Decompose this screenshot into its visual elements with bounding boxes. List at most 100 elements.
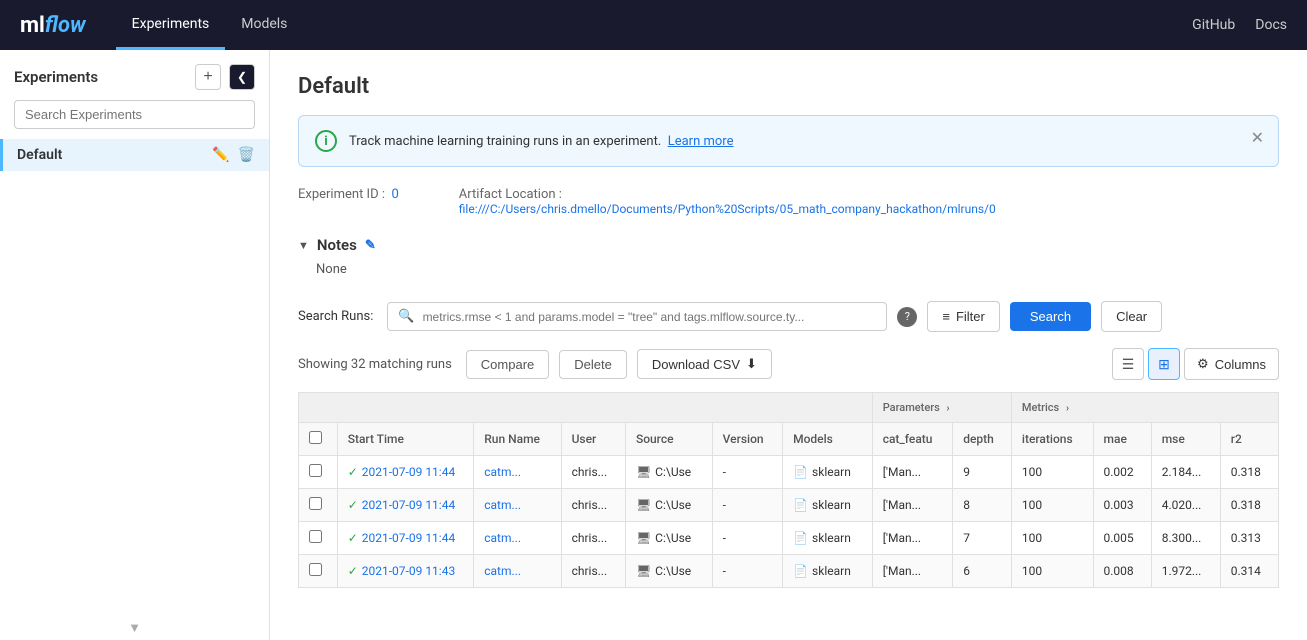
row-depth: 6 — [953, 555, 1012, 588]
col-iterations[interactable]: iterations — [1011, 423, 1093, 456]
delete-button[interactable]: Delete — [559, 350, 627, 379]
row-cat-features: ['Man... — [872, 489, 953, 522]
notes-section: ▼ Notes ✎ None — [298, 236, 1279, 277]
col-source[interactable]: Source — [625, 423, 712, 456]
artifact-location-value: file:///C:/Users/chris.dmello/Documents/… — [459, 202, 996, 216]
row-cat-features: ['Man... — [872, 522, 953, 555]
row-r2: 0.318 — [1220, 489, 1278, 522]
sidebar-scroll-down: ▼ — [0, 616, 269, 640]
filter-label: Filter — [956, 309, 985, 324]
delete-experiment-icon[interactable]: 🗑️ — [238, 147, 255, 163]
columns-button[interactable]: ⚙ Columns — [1184, 348, 1279, 380]
nav-models[interactable]: Models — [225, 1, 303, 50]
banner-close-button[interactable]: ✕ — [1251, 128, 1264, 148]
add-experiment-button[interactable]: + — [195, 64, 221, 90]
filter-button[interactable]: ≡ Filter — [927, 301, 999, 332]
view-toggle: ☰ ⊞ ⚙ Columns — [1112, 348, 1279, 380]
row-user: chris... — [561, 555, 625, 588]
experiment-id-value: 0 — [391, 187, 398, 202]
col-cat-features[interactable]: cat_featu — [872, 423, 953, 456]
row-checkbox[interactable] — [299, 522, 338, 555]
col-version[interactable]: Version — [712, 423, 782, 456]
notes-toggle-icon: ▼ — [298, 239, 309, 252]
search-runs-icon: 🔍 — [398, 309, 414, 324]
learn-more-link[interactable]: Learn more — [668, 134, 734, 149]
empty-section-header — [299, 393, 873, 423]
row-version: - — [712, 456, 782, 489]
logo: mlflow — [20, 13, 86, 38]
row-models: 📄sklearn — [783, 555, 873, 588]
row-r2: 0.313 — [1220, 522, 1278, 555]
row-mae: 0.005 — [1093, 522, 1151, 555]
layout: Experiments + ❮ Default ✏️ 🗑️ ▼ Default … — [0, 50, 1307, 640]
row-mae: 0.003 — [1093, 489, 1151, 522]
nav-docs[interactable]: Docs — [1255, 17, 1287, 33]
row-depth: 7 — [953, 522, 1012, 555]
row-models: 📄sklearn — [783, 522, 873, 555]
col-user[interactable]: User — [561, 423, 625, 456]
col-start-time[interactable]: Start Time — [337, 423, 474, 456]
collapse-sidebar-button[interactable]: ❮ — [229, 64, 255, 90]
search-button[interactable]: Search — [1010, 302, 1091, 331]
row-depth: 8 — [953, 489, 1012, 522]
parameters-section-header: Parameters › — [872, 393, 1011, 423]
sidebar-item-default[interactable]: Default ✏️ 🗑️ — [0, 139, 269, 171]
nav-right: GitHub Docs — [1192, 17, 1287, 33]
row-start-time: ✓2021-07-09 11:43 — [337, 555, 474, 588]
row-checkbox[interactable] — [299, 555, 338, 588]
download-label: Download CSV — [652, 357, 740, 372]
list-view-button[interactable]: ☰ — [1112, 348, 1144, 380]
col-depth[interactable]: depth — [953, 423, 1012, 456]
search-runs-row: Search Runs: 🔍 ? ≡ Filter Search Clear — [298, 301, 1279, 332]
col-r2[interactable]: r2 — [1220, 423, 1278, 456]
row-mse: 4.020... — [1151, 489, 1220, 522]
notes-header[interactable]: ▼ Notes ✎ — [298, 236, 1279, 254]
row-cat-features: ['Man... — [872, 456, 953, 489]
info-banner: i Track machine learning training runs i… — [298, 115, 1279, 167]
row-source: 🖥C:\Use — [625, 456, 712, 489]
row-checkbox[interactable] — [299, 456, 338, 489]
clear-button[interactable]: Clear — [1101, 301, 1162, 332]
col-run-name[interactable]: Run Name — [474, 423, 561, 456]
row-run-name[interactable]: catm... — [474, 456, 561, 489]
row-checkbox[interactable] — [299, 489, 338, 522]
row-version: - — [712, 555, 782, 588]
filter-icon: ≡ — [942, 309, 950, 324]
row-mae: 0.008 — [1093, 555, 1151, 588]
row-run-name[interactable]: catm... — [474, 489, 561, 522]
row-run-name[interactable]: catm... — [474, 555, 561, 588]
sidebar-header: Experiments + ❮ — [0, 50, 269, 100]
nav-github[interactable]: GitHub — [1192, 17, 1235, 33]
row-depth: 9 — [953, 456, 1012, 489]
search-experiments-input[interactable] — [14, 100, 255, 129]
row-start-time: ✓2021-07-09 11:44 — [337, 522, 474, 555]
search-runs-input[interactable] — [423, 310, 877, 324]
row-mae: 0.002 — [1093, 456, 1151, 489]
experiment-actions: ✏️ 🗑️ — [212, 147, 255, 163]
sidebar: Experiments + ❮ Default ✏️ 🗑️ ▼ — [0, 50, 270, 640]
row-r2: 0.314 — [1220, 555, 1278, 588]
sidebar-title: Experiments — [14, 68, 187, 86]
info-icon: i — [315, 130, 337, 152]
notes-edit-icon[interactable]: ✎ — [365, 238, 376, 253]
grid-view-button[interactable]: ⊞ — [1148, 348, 1180, 380]
edit-experiment-icon[interactable]: ✏️ — [212, 147, 229, 163]
logo-flow: flow — [45, 13, 86, 38]
columns-icon: ⚙ — [1197, 356, 1209, 372]
nav-links: Experiments Models — [116, 1, 304, 50]
nav-experiments[interactable]: Experiments — [116, 1, 226, 50]
row-run-name[interactable]: catm... — [474, 522, 561, 555]
row-models: 📄sklearn — [783, 456, 873, 489]
row-user: chris... — [561, 522, 625, 555]
select-all-checkbox[interactable] — [309, 431, 322, 444]
compare-button[interactable]: Compare — [466, 350, 549, 379]
row-iterations: 100 — [1011, 555, 1093, 588]
page-title: Default — [298, 74, 1279, 99]
search-help-icon[interactable]: ? — [897, 307, 917, 327]
runs-table: Parameters › Metrics › Start Time Run Na… — [298, 392, 1279, 588]
col-mse[interactable]: mse — [1151, 423, 1220, 456]
columns-label: Columns — [1215, 357, 1266, 372]
download-csv-button[interactable]: Download CSV ⬇ — [637, 349, 772, 379]
col-mae[interactable]: mae — [1093, 423, 1151, 456]
col-models[interactable]: Models — [783, 423, 873, 456]
